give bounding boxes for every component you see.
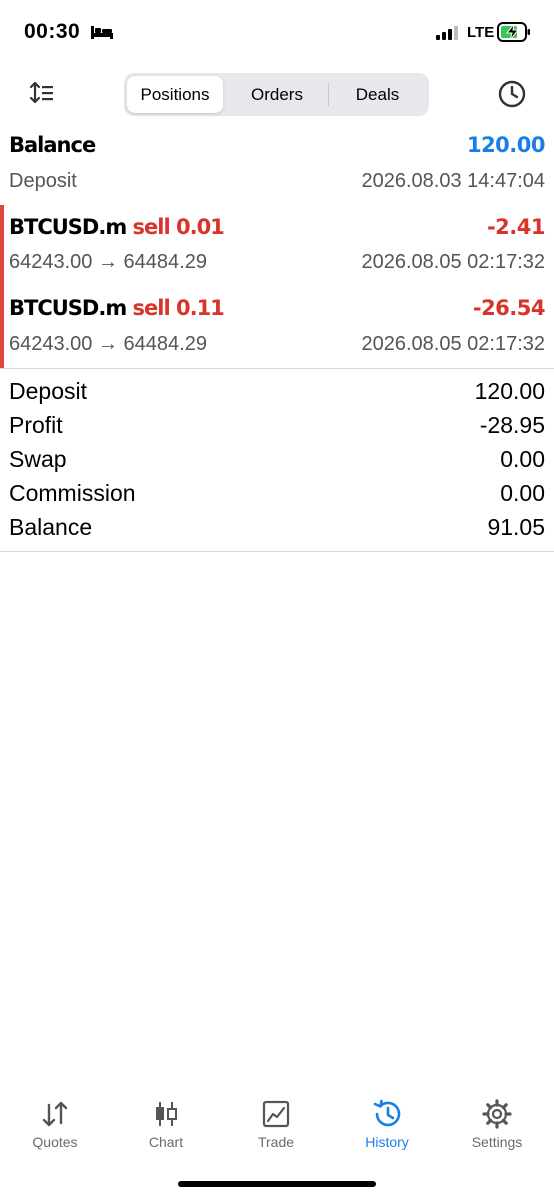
position-prices: 64243.00 → 64484.29 bbox=[9, 251, 207, 273]
nav-chart[interactable]: Chart bbox=[111, 1090, 221, 1160]
position-prices: 64243.00 → 64484.29 bbox=[9, 333, 207, 355]
summary-commission-label: Commission bbox=[9, 480, 136, 506]
summary-deposit-label: Deposit bbox=[9, 378, 87, 404]
bottom-tab-bar: Quotes Chart Trade History Settings bbox=[0, 1090, 554, 1160]
nav-quotes-label: Quotes bbox=[32, 1134, 78, 1150]
nav-trade[interactable]: Trade bbox=[221, 1090, 331, 1160]
summary-swap-label: Swap bbox=[9, 446, 67, 472]
status-bar: 00:30 LTE bbox=[0, 0, 554, 60]
divider bbox=[0, 551, 554, 552]
nav-trade-label: Trade bbox=[257, 1134, 295, 1150]
position-symbol: BTCUSD.m bbox=[9, 296, 127, 320]
network-type: LTE bbox=[467, 24, 495, 41]
summary-balance-label: Balance bbox=[9, 514, 93, 540]
position-datetime: 2026.08.05 02:17:32 bbox=[361, 251, 545, 273]
balance-type: Deposit bbox=[9, 170, 77, 192]
status-time: 00:30 bbox=[24, 20, 81, 43]
tab-positions[interactable]: Positions bbox=[127, 76, 223, 113]
position-title: BTCUSD.m sell 0.01 bbox=[9, 215, 225, 239]
home-indicator bbox=[178, 1181, 376, 1187]
tab-deals[interactable]: Deals bbox=[329, 76, 426, 113]
summary-swap-value: 0.00 bbox=[500, 446, 545, 472]
position-title: BTCUSD.m sell 0.11 bbox=[9, 296, 225, 320]
position-datetime: 2026.08.05 02:17:32 bbox=[361, 333, 545, 355]
summary-profit-label: Profit bbox=[9, 412, 63, 438]
position-symbol: BTCUSD.m bbox=[9, 215, 127, 239]
settings-icon bbox=[482, 1099, 512, 1129]
summary-profit-value: -28.95 bbox=[479, 412, 545, 438]
nav-history-label: History bbox=[365, 1134, 409, 1150]
nav-chart-label: Chart bbox=[148, 1134, 184, 1150]
balance-datetime: 2026.08.03 14:47:04 bbox=[361, 170, 545, 192]
nav-quotes[interactable]: Quotes bbox=[0, 1090, 110, 1160]
clock-icon[interactable] bbox=[496, 78, 528, 110]
balance-amount: 120.00 bbox=[466, 133, 546, 157]
history-toolbar: Positions Orders Deals bbox=[0, 70, 554, 118]
nav-settings[interactable]: Settings bbox=[442, 1090, 552, 1160]
nav-settings-label: Settings bbox=[471, 1134, 523, 1150]
quotes-icon bbox=[42, 1101, 68, 1127]
history-icon bbox=[373, 1099, 401, 1127]
position-side: sell 0.01 bbox=[132, 215, 225, 239]
summary-deposit-value: 120.00 bbox=[474, 378, 545, 404]
summary-balance-value: 91.05 bbox=[487, 514, 545, 540]
sleep-focus-icon bbox=[91, 26, 113, 39]
summary-commission-value: 0.00 bbox=[500, 480, 545, 506]
position-profit: -2.41 bbox=[486, 215, 546, 239]
chart-icon bbox=[156, 1102, 177, 1126]
position-side: sell 0.11 bbox=[132, 296, 225, 320]
nav-history[interactable]: History bbox=[332, 1090, 442, 1160]
sort-icon[interactable] bbox=[28, 80, 56, 106]
trade-icon bbox=[262, 1100, 290, 1128]
balance-title: Balance bbox=[9, 133, 96, 157]
loss-marker bbox=[0, 205, 4, 289]
divider bbox=[0, 368, 554, 369]
loss-marker bbox=[0, 289, 4, 368]
cellular-signal-icon bbox=[436, 26, 458, 40]
position-profit: -26.54 bbox=[472, 296, 546, 320]
tab-orders[interactable]: Orders bbox=[226, 76, 328, 113]
battery-charging-icon bbox=[497, 22, 530, 42]
history-segmented-control: Positions Orders Deals bbox=[124, 73, 429, 116]
